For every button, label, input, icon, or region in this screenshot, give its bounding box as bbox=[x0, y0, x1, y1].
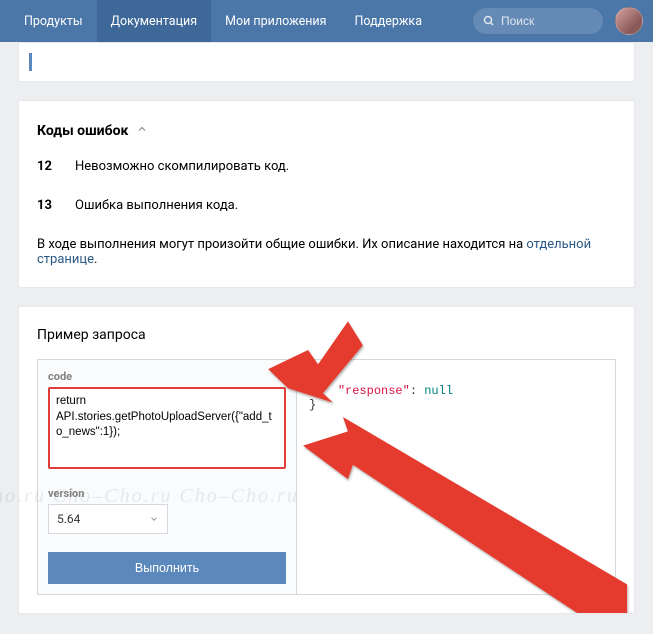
response-key: "response" bbox=[338, 384, 410, 398]
avatar[interactable] bbox=[615, 7, 643, 35]
nav-products[interactable]: Продукты bbox=[10, 0, 97, 42]
common-errors-note: В ходе выполнения могут произойти общие … bbox=[37, 237, 616, 267]
example-request-title: Пример запроса bbox=[37, 327, 616, 343]
version-field-group: version 5.64 bbox=[48, 487, 286, 534]
code-input[interactable] bbox=[48, 387, 286, 469]
highlight-bar bbox=[29, 53, 624, 71]
nav-my-apps[interactable]: Мои приложения bbox=[211, 0, 340, 42]
chevron-down-icon bbox=[149, 514, 159, 524]
note-suffix: . bbox=[94, 252, 97, 267]
nav-documentation[interactable]: Документация bbox=[97, 0, 212, 42]
search-input[interactable] bbox=[501, 14, 591, 28]
example-body: code version 5.64 Выполнить { "response"… bbox=[37, 359, 616, 595]
code-field-group: code bbox=[48, 370, 286, 473]
note-prefix: В ходе выполнения могут произойти общие … bbox=[37, 237, 526, 252]
error-text: Ошибка выполнения кода. bbox=[75, 198, 238, 213]
nav-support[interactable]: Поддержка bbox=[340, 0, 436, 42]
response-value: null bbox=[424, 384, 453, 398]
version-select[interactable]: 5.64 bbox=[48, 504, 168, 534]
error-code: 12 bbox=[37, 159, 57, 174]
execute-button[interactable]: Выполнить bbox=[48, 552, 286, 584]
error-row: 12 Невозможно скомпилировать код. bbox=[37, 159, 616, 174]
top-nav: Продукты Документация Мои приложения Под… bbox=[0, 0, 653, 42]
top-stub-card bbox=[18, 42, 635, 82]
error-codes-title-text: Коды ошибок bbox=[37, 123, 128, 139]
search-box[interactable] bbox=[473, 8, 603, 34]
version-value: 5.64 bbox=[57, 512, 80, 526]
example-request-card: Пример запроса code version 5.64 Выполни… bbox=[18, 306, 635, 614]
request-form-panel: code version 5.64 Выполнить bbox=[37, 359, 297, 595]
error-row: 13 Ошибка выполнения кода. bbox=[37, 198, 616, 213]
error-codes-card: Коды ошибок 12 Невозможно скомпилировать… bbox=[18, 100, 635, 288]
code-label: code bbox=[48, 370, 286, 383]
search-icon bbox=[483, 15, 495, 27]
error-code: 13 bbox=[37, 198, 57, 213]
chevron-up-icon[interactable] bbox=[136, 123, 148, 139]
error-codes-title: Коды ошибок bbox=[37, 123, 616, 139]
response-panel: { "response": null } bbox=[297, 359, 616, 595]
version-label: version bbox=[48, 487, 286, 500]
error-text: Невозможно скомпилировать код. bbox=[75, 159, 289, 174]
